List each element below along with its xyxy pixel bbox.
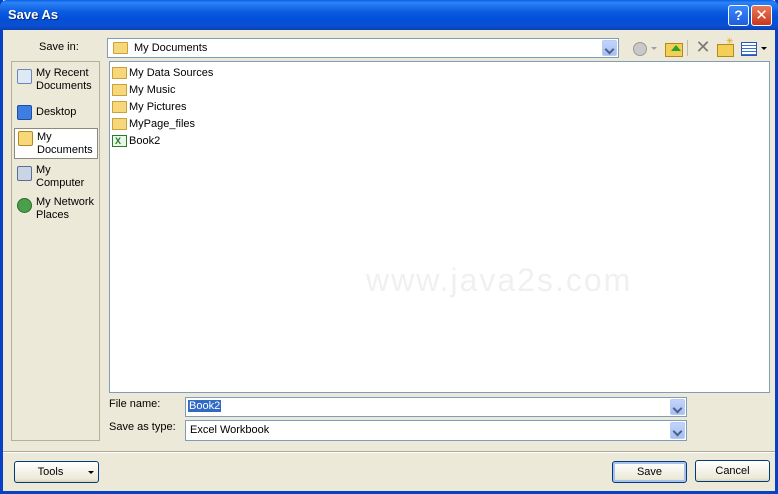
- watermark: www.java2s.com: [366, 262, 633, 298]
- save-button[interactable]: Save: [612, 461, 687, 483]
- file-list[interactable]: My Data Sources My Music My Pictures MyP…: [109, 61, 770, 393]
- place-label: My Recent: [36, 67, 89, 79]
- place-my-network-places[interactable]: My Network Places: [14, 196, 98, 226]
- place-label: My Network: [36, 196, 95, 208]
- excel-file-icon: [112, 133, 127, 149]
- back-icon[interactable]: [629, 38, 649, 58]
- network-places-icon: [17, 198, 32, 213]
- place-label: Computer: [36, 177, 85, 189]
- list-item[interactable]: Book2: [111, 133, 160, 149]
- file-name-value[interactable]: Book2: [188, 400, 222, 412]
- views-icon[interactable]: [739, 38, 759, 58]
- list-item[interactable]: My Data Sources: [111, 65, 213, 81]
- save-in-dropdown[interactable]: My Documents: [107, 38, 619, 58]
- file-name: My Music: [129, 84, 176, 96]
- divider: [3, 451, 775, 453]
- file-name: My Data Sources: [129, 67, 214, 79]
- list-item[interactable]: MyPage_files: [111, 116, 195, 132]
- list-item[interactable]: My Pictures: [111, 99, 186, 115]
- tools-button[interactable]: Tools: [14, 461, 99, 483]
- file-name-label: File name:: [109, 398, 161, 410]
- recent-documents-icon: [17, 69, 32, 84]
- save-as-dialog: Save As ? ✕ Save in: My Documents ✕ My R…: [0, 0, 778, 494]
- place-my-recent-documents[interactable]: My Recent Documents: [14, 67, 98, 97]
- cancel-button[interactable]: Cancel: [695, 460, 770, 482]
- save-as-type-value: Excel Workbook: [190, 424, 270, 436]
- save-in-label: Save in:: [39, 41, 79, 53]
- place-desktop[interactable]: Desktop: [14, 103, 98, 121]
- folder-icon: [112, 118, 127, 130]
- file-name: My Pictures: [129, 101, 187, 113]
- place-my-documents[interactable]: My Documents: [14, 128, 98, 159]
- save-as-type-dropdown[interactable]: Excel Workbook: [185, 420, 687, 441]
- folder-icon: [112, 101, 127, 113]
- views-dropdown-icon[interactable]: [759, 38, 769, 58]
- place-label: Desktop: [36, 106, 77, 118]
- folder-icon: [113, 42, 128, 54]
- file-name-input[interactable]: Book2: [185, 397, 687, 417]
- file-name: Book2: [129, 135, 161, 147]
- save-as-type-label: Save as type:: [109, 421, 176, 433]
- folder-icon: [112, 84, 127, 96]
- place-label: Documents: [37, 144, 93, 156]
- my-computer-icon: [17, 166, 32, 181]
- folder-icon: [112, 67, 127, 79]
- place-label: Places: [36, 209, 70, 221]
- chevron-down-icon[interactable]: [602, 40, 617, 56]
- place-label: My: [36, 164, 51, 176]
- new-folder-icon[interactable]: [715, 36, 735, 58]
- chevron-down-icon[interactable]: [670, 422, 685, 439]
- help-button[interactable]: ?: [728, 5, 749, 26]
- title-bar[interactable]: Save As ? ✕: [0, 0, 778, 30]
- delete-icon[interactable]: ✕: [693, 38, 713, 58]
- list-item[interactable]: My Music: [111, 82, 175, 98]
- close-button[interactable]: ✕: [751, 5, 772, 26]
- dialog-title: Save As: [8, 7, 59, 22]
- back-dropdown-icon[interactable]: [649, 38, 659, 58]
- toolbar-separator: [687, 40, 688, 56]
- up-folder-icon[interactable]: [663, 38, 683, 58]
- place-label: Documents: [36, 80, 92, 92]
- desktop-icon: [17, 105, 32, 120]
- file-name: MyPage_files: [129, 118, 196, 130]
- save-in-value: My Documents: [134, 42, 208, 54]
- place-my-computer[interactable]: My Computer: [14, 164, 98, 194]
- places-bar: My Recent Documents Desktop My Documents…: [11, 61, 100, 441]
- chevron-down-icon[interactable]: [670, 399, 685, 415]
- my-documents-icon: [18, 131, 33, 146]
- place-label: My: [37, 131, 52, 143]
